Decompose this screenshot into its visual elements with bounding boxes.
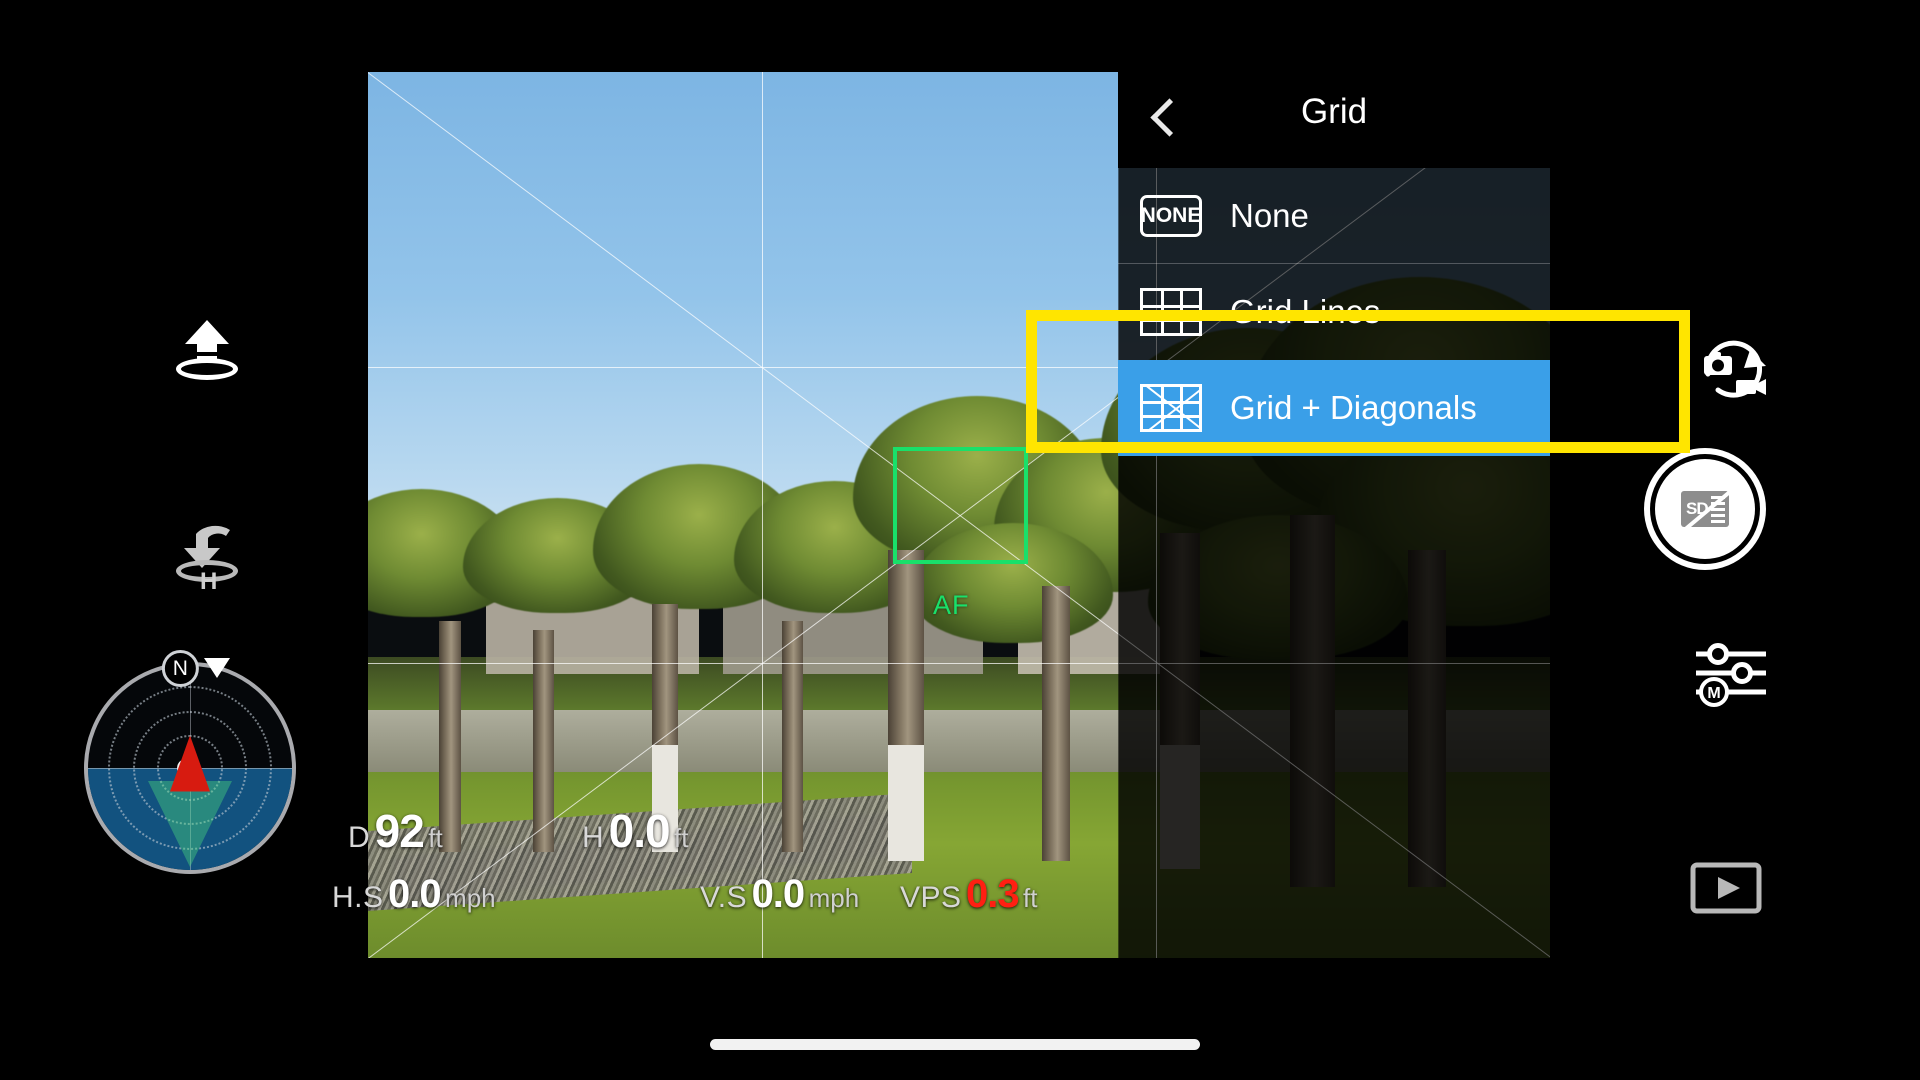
grid-option-list: NONE None Grid Lines Grid + Diagonals	[1118, 168, 1550, 456]
return-home-letter: H	[200, 568, 218, 595]
home-indicator	[710, 1039, 1200, 1050]
grid-lines-icon	[1140, 288, 1202, 336]
radar-dial	[84, 662, 296, 874]
compass-radar[interactable]: N	[84, 650, 296, 874]
photo-video-toggle[interactable]	[1694, 332, 1770, 404]
return-to-home-button[interactable]: H	[172, 520, 242, 600]
grid-option-grid-diagonals-label: Grid + Diagonals	[1230, 389, 1477, 426]
grid-option-grid-diagonals[interactable]: Grid + Diagonals	[1118, 360, 1550, 456]
takeoff-button[interactable]	[172, 318, 242, 398]
sliders-manual-icon: M	[1696, 643, 1766, 707]
sd-card-none-icon: SD	[1681, 490, 1731, 532]
grid-option-grid-lines[interactable]: Grid Lines	[1118, 264, 1550, 360]
north-label: N	[161, 650, 199, 687]
autofocus-label: AF	[933, 590, 970, 620]
playback-button[interactable]	[1690, 862, 1762, 914]
fov-cone	[148, 780, 232, 867]
autofocus-box[interactable]	[893, 447, 1028, 564]
play-rect-icon	[1690, 862, 1762, 914]
camera-settings-button[interactable]: M	[1690, 640, 1776, 710]
none-badge-icon: NONE	[1140, 195, 1202, 237]
grid-option-none-label: None	[1230, 197, 1309, 234]
north-pointer-icon	[204, 658, 230, 678]
grid-settings-panel: Grid NONE None Grid Lines Grid + Diagona…	[1118, 72, 1550, 958]
distance-label: D	[348, 821, 371, 854]
drone-camera-app: AF D 92 ft H 0.0 ft H.S 0.0 mph V.S 0.0 …	[0, 0, 1920, 1080]
grid-option-none[interactable]: NONE None	[1118, 168, 1550, 264]
svg-text:M: M	[1707, 685, 1720, 702]
page-title: Grid	[1300, 92, 1368, 131]
aircraft-arrow	[170, 735, 210, 792]
shutter-button[interactable]: SD	[1655, 459, 1755, 559]
grid-option-grid-lines-label: Grid Lines	[1230, 293, 1381, 330]
panel-header: Grid	[1118, 72, 1550, 168]
none-badge-text: NONE	[1140, 204, 1202, 227]
camera-video-switch-icon	[1704, 340, 1766, 398]
grid-diagonals-icon	[1140, 384, 1202, 432]
